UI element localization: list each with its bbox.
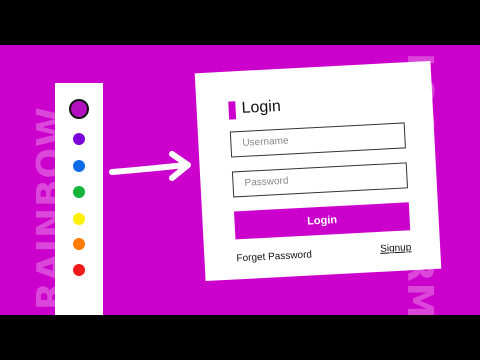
signup-link[interactable]: Signup — [380, 242, 412, 255]
color-dot-purple-selected[interactable] — [69, 99, 89, 119]
arrow-icon — [109, 151, 191, 181]
login-button[interactable]: Login — [234, 202, 411, 240]
username-input[interactable]: Username — [229, 122, 406, 158]
login-title: Login — [241, 97, 282, 117]
color-dot-green[interactable] — [73, 186, 85, 198]
login-card: Login Username Password Login Forget Pas… — [194, 60, 442, 282]
color-dot-orange[interactable] — [73, 238, 85, 250]
color-dot-blue[interactable] — [73, 160, 85, 172]
color-dot-violet[interactable] — [73, 133, 85, 145]
thumbnail-stage: RAINBOW LOGIN FORM Login Username Passwo… — [0, 45, 480, 315]
color-dot-yellow[interactable] — [73, 213, 85, 225]
color-dot-red[interactable] — [73, 264, 85, 276]
password-input[interactable]: Password — [231, 162, 409, 198]
title-accent-bar — [228, 101, 237, 120]
color-palette — [55, 83, 103, 315]
forget-password-link[interactable]: Forget Password — [236, 249, 312, 264]
